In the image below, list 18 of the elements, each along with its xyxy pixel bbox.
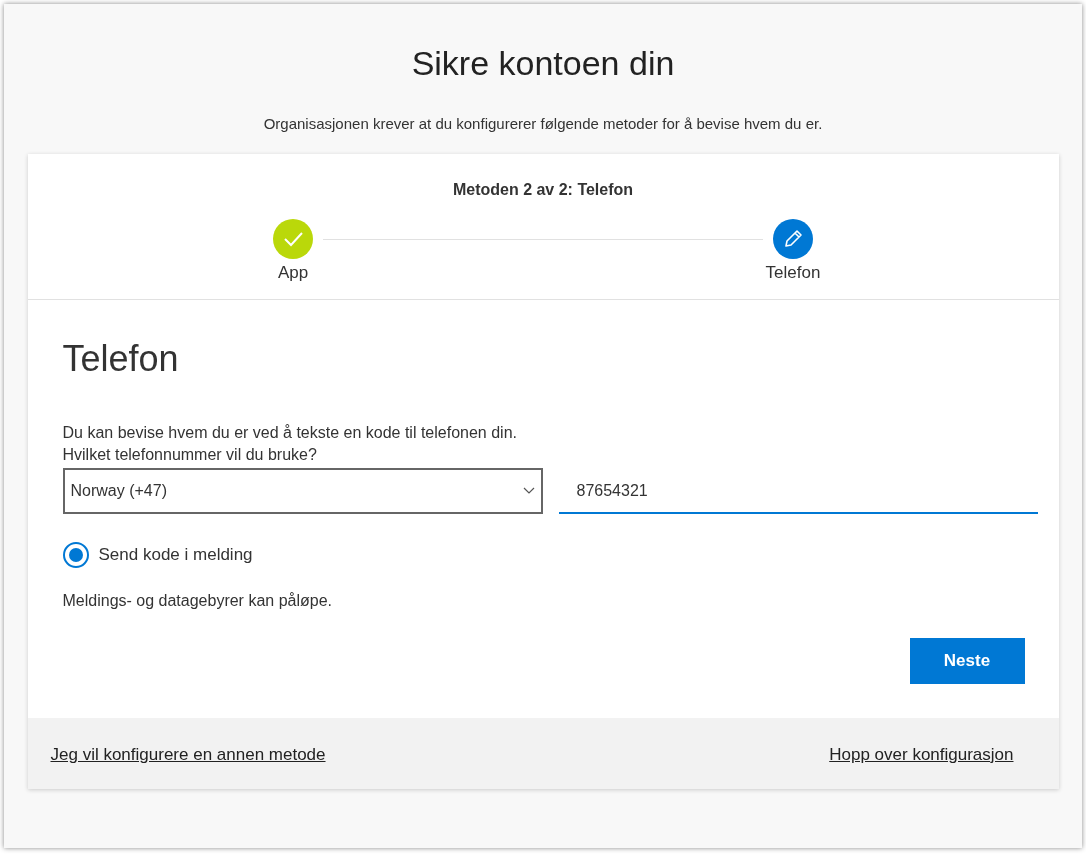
skip-setup-link[interactable]: Hopp over konfigurasjon bbox=[829, 745, 1014, 765]
step-label: App bbox=[277, 263, 309, 283]
check-icon bbox=[273, 219, 313, 259]
country-dropdown[interactable]: Norway (+47) bbox=[62, 468, 543, 514]
page-subtitle: Organisasjonen krever at du konfigurerer følgende metoder for å bevise hvem du er. bbox=[263, 115, 823, 132]
pencil-icon bbox=[773, 219, 813, 259]
page-title: Sikre kontoen din bbox=[411, 44, 675, 83]
next-button[interactable]: Neste bbox=[909, 638, 1025, 684]
description-text: Du kan bevise hvem du er ved å tekste en kode til telefonen din. bbox=[62, 423, 518, 443]
radio-label[interactable]: Send kode i melding bbox=[98, 545, 253, 565]
chevron-down-icon bbox=[522, 487, 535, 495]
section-heading: Telefon bbox=[62, 338, 180, 380]
progress-heading: Metoden 2 av 2: Telefon bbox=[452, 181, 634, 199]
fees-note: Meldings- og datagebyrer kan påløpe. bbox=[62, 591, 333, 611]
question-text: Hvilket telefonnummer vil du bruke? bbox=[62, 445, 318, 465]
other-method-link[interactable]: Jeg vil konfigurere en annen metode bbox=[50, 745, 326, 765]
radio-button[interactable] bbox=[62, 542, 89, 568]
step-label: Telefon bbox=[765, 263, 821, 283]
